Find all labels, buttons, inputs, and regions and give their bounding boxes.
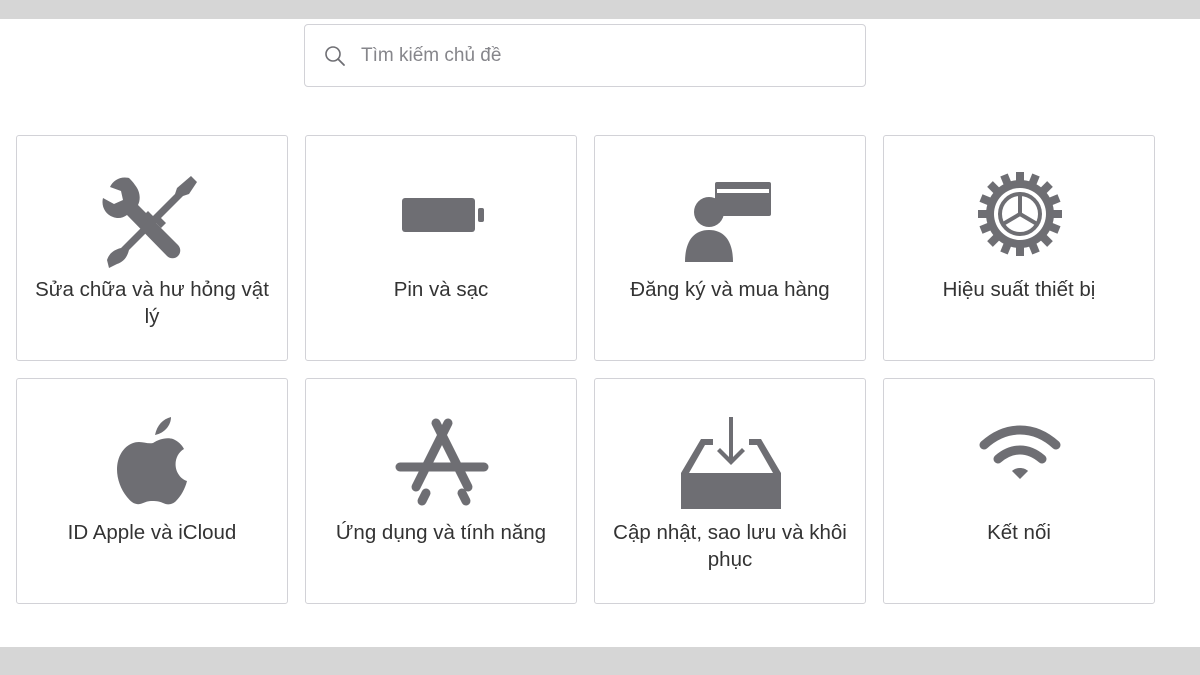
topic-label: Cập nhật, sao lưu và khôi phục (613, 521, 847, 571)
topic-label: ID Apple và iCloud (67, 521, 237, 544)
topic-apple-id[interactable]: ID Apple và iCloud (16, 378, 288, 604)
app-store-icon (395, 418, 489, 506)
topic-label: Sửa chữa và hư hỏng vật lý (35, 278, 269, 328)
wrench-screwdriver-icon (102, 176, 197, 268)
person-card-icon (685, 182, 771, 262)
topic-performance[interactable]: Hiệu suất thiết bị (883, 135, 1155, 361)
topic-update-backup[interactable]: Cập nhật, sao lưu và khôi phục (594, 378, 866, 604)
wifi-icon (979, 425, 1061, 479)
topic-apps[interactable]: Ứng dụng và tính năng (305, 378, 577, 604)
search-input[interactable] (361, 25, 851, 86)
battery-icon (402, 198, 484, 232)
topic-label: Kết nối (987, 521, 1051, 544)
topic-label: Ứng dụng và tính năng (335, 521, 547, 544)
topic-battery[interactable]: Pin và sạc (305, 135, 577, 361)
gear-icon (978, 172, 1062, 256)
search-box[interactable] (304, 24, 866, 87)
search-icon (325, 46, 345, 66)
topic-connectivity[interactable]: Kết nối (883, 378, 1155, 604)
apple-icon (117, 417, 187, 505)
topic-label: Hiệu suất thiết bị (942, 278, 1096, 301)
download-tray-icon (681, 417, 781, 509)
topic-label: Đăng ký và mua hàng (630, 278, 830, 301)
topic-billing[interactable]: Đăng ký và mua hàng (594, 135, 866, 361)
top-band (0, 0, 1200, 19)
topic-label: Pin và sạc (393, 278, 489, 301)
bottom-band (0, 647, 1200, 675)
support-topics-page: Sửa chữa và hư hỏng vật lý Pin và sạc Đă… (0, 0, 1200, 675)
topic-repair[interactable]: Sửa chữa và hư hỏng vật lý (16, 135, 288, 361)
